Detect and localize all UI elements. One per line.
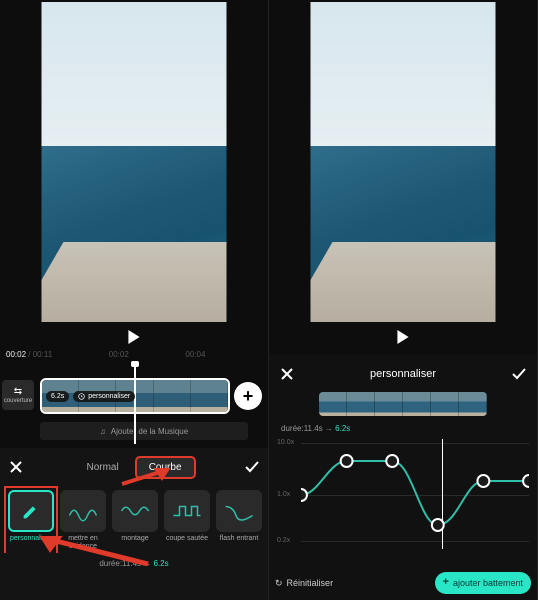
duration-readout: durée:11.4s → 6.2s	[269, 420, 537, 435]
plus-icon: +	[443, 578, 449, 587]
panel-title: personnaliser	[295, 368, 511, 380]
time-mark: 00:04	[185, 350, 205, 364]
right-screenshot: personnaliser durée:11.4s → 6.2s 10.0x 1…	[269, 0, 538, 600]
clock-icon	[78, 393, 85, 400]
plus-icon: +	[243, 386, 254, 407]
preset-flash-entrant[interactable]: flash entrant	[216, 490, 262, 551]
reset-icon: ↻	[275, 578, 283, 589]
video-preview[interactable]	[42, 2, 227, 322]
speed-curve-graph[interactable]: 10.0x 1.0x 0.2x	[277, 439, 529, 549]
add-beat-label: ajouter battement	[453, 578, 523, 588]
curve-badge: personnaliser	[73, 391, 135, 402]
annotation-arrow-icon	[120, 468, 170, 488]
add-beat-button[interactable]: + ajouter battement	[435, 572, 531, 594]
left-screenshot: 00:02 / 00:11 00:02 00:04 ⇆ couverture 6…	[0, 0, 269, 600]
play-button[interactable]	[396, 330, 410, 347]
speed-badge: 6.2s	[46, 391, 69, 402]
wave-icon	[224, 500, 254, 522]
cover-label: couverture	[4, 398, 32, 404]
play-icon	[396, 330, 410, 344]
time-mark: 00:02	[109, 350, 129, 364]
playhead-time: 00:02	[6, 350, 26, 359]
cover-button[interactable]: ⇆ couverture	[2, 380, 34, 410]
speed-curve[interactable]	[301, 439, 529, 549]
add-music-label: Ajouter de la Musique	[111, 427, 188, 436]
y-tick-label: 0.2x	[277, 537, 290, 544]
close-icon[interactable]	[279, 366, 295, 382]
wave-icon	[172, 500, 202, 522]
play-icon	[127, 330, 141, 344]
annotation-arrow-icon	[40, 536, 150, 566]
edit-icon	[16, 500, 46, 522]
music-note-icon: ♫	[100, 427, 106, 436]
video-preview[interactable]	[311, 2, 496, 322]
y-tick-label: 1.0x	[277, 491, 290, 498]
add-clip-button[interactable]: +	[234, 382, 262, 410]
y-tick-label: 10.0x	[277, 439, 294, 446]
confirm-icon[interactable]	[244, 459, 260, 475]
reset-button[interactable]: ↻ Réinitialiser	[275, 578, 333, 589]
wave-icon	[120, 500, 150, 522]
curve-editor-panel: personnaliser durée:11.4s → 6.2s 10.0x 1…	[269, 354, 537, 600]
total-time: 00:11	[33, 350, 52, 359]
wave-icon	[68, 500, 98, 522]
confirm-icon[interactable]	[511, 366, 527, 382]
clip-strip[interactable]	[319, 392, 487, 416]
swap-icon: ⇆	[14, 387, 22, 397]
reset-label: Réinitialiser	[287, 578, 334, 588]
preset-coupe-sautee[interactable]: coupe sautée	[164, 490, 210, 551]
close-icon[interactable]	[8, 459, 24, 475]
playhead-indicator[interactable]	[134, 364, 136, 444]
add-music-button[interactable]: ♫ Ajouter de la Musique	[40, 422, 248, 440]
play-button[interactable]	[127, 330, 141, 347]
